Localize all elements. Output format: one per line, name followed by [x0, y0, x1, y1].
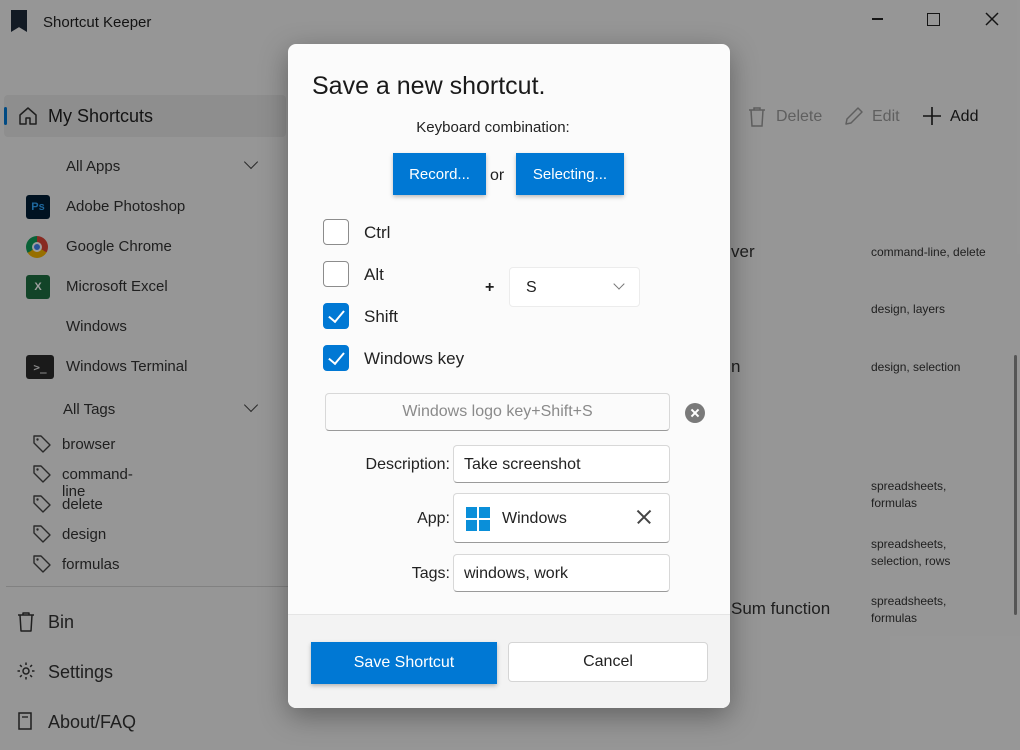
windows-key-label: Windows key: [364, 349, 465, 368]
ctrl-checkbox[interactable]: [323, 219, 349, 245]
windows-key-checkbox[interactable]: [323, 345, 349, 371]
selecting-button[interactable]: Selecting...: [516, 153, 624, 195]
combination-field[interactable]: Windows logo key+Shift+S: [325, 393, 670, 431]
new-shortcut-dialog: Save a new shortcut. Keyboard combinatio…: [288, 44, 730, 708]
description-label: Description:: [365, 456, 450, 473]
alt-checkbox[interactable]: [323, 261, 349, 287]
keyboard-combination-label: Keyboard combination:: [416, 119, 570, 136]
dialog-title: Save a new shortcut.: [312, 72, 546, 100]
app-value: Windows: [502, 510, 567, 527]
key-select[interactable]: S: [509, 267, 640, 307]
plus-label: +: [485, 279, 495, 296]
tags-input[interactable]: windows, work: [453, 554, 670, 592]
key-value: S: [526, 279, 537, 296]
shift-label: Shift: [364, 307, 399, 326]
app-label: App:: [417, 510, 450, 527]
or-label: or: [490, 167, 505, 184]
cancel-button[interactable]: Cancel: [508, 642, 708, 682]
chevron-down-icon: [615, 280, 625, 290]
record-button[interactable]: Record...: [393, 153, 486, 195]
description-input[interactable]: Take screenshot: [453, 445, 670, 483]
alt-label: Alt: [364, 265, 384, 284]
close-icon[interactable]: [635, 508, 653, 526]
clear-combination-button[interactable]: [685, 403, 705, 423]
app-select[interactable]: Windows: [453, 493, 670, 543]
save-shortcut-button[interactable]: Save Shortcut: [311, 642, 497, 684]
ctrl-label: Ctrl: [364, 223, 391, 242]
tags-label: Tags:: [411, 565, 450, 582]
windows-icon: [466, 507, 490, 531]
dialog-footer: Save Shortcut Cancel: [288, 614, 730, 708]
shift-checkbox[interactable]: [323, 303, 349, 329]
